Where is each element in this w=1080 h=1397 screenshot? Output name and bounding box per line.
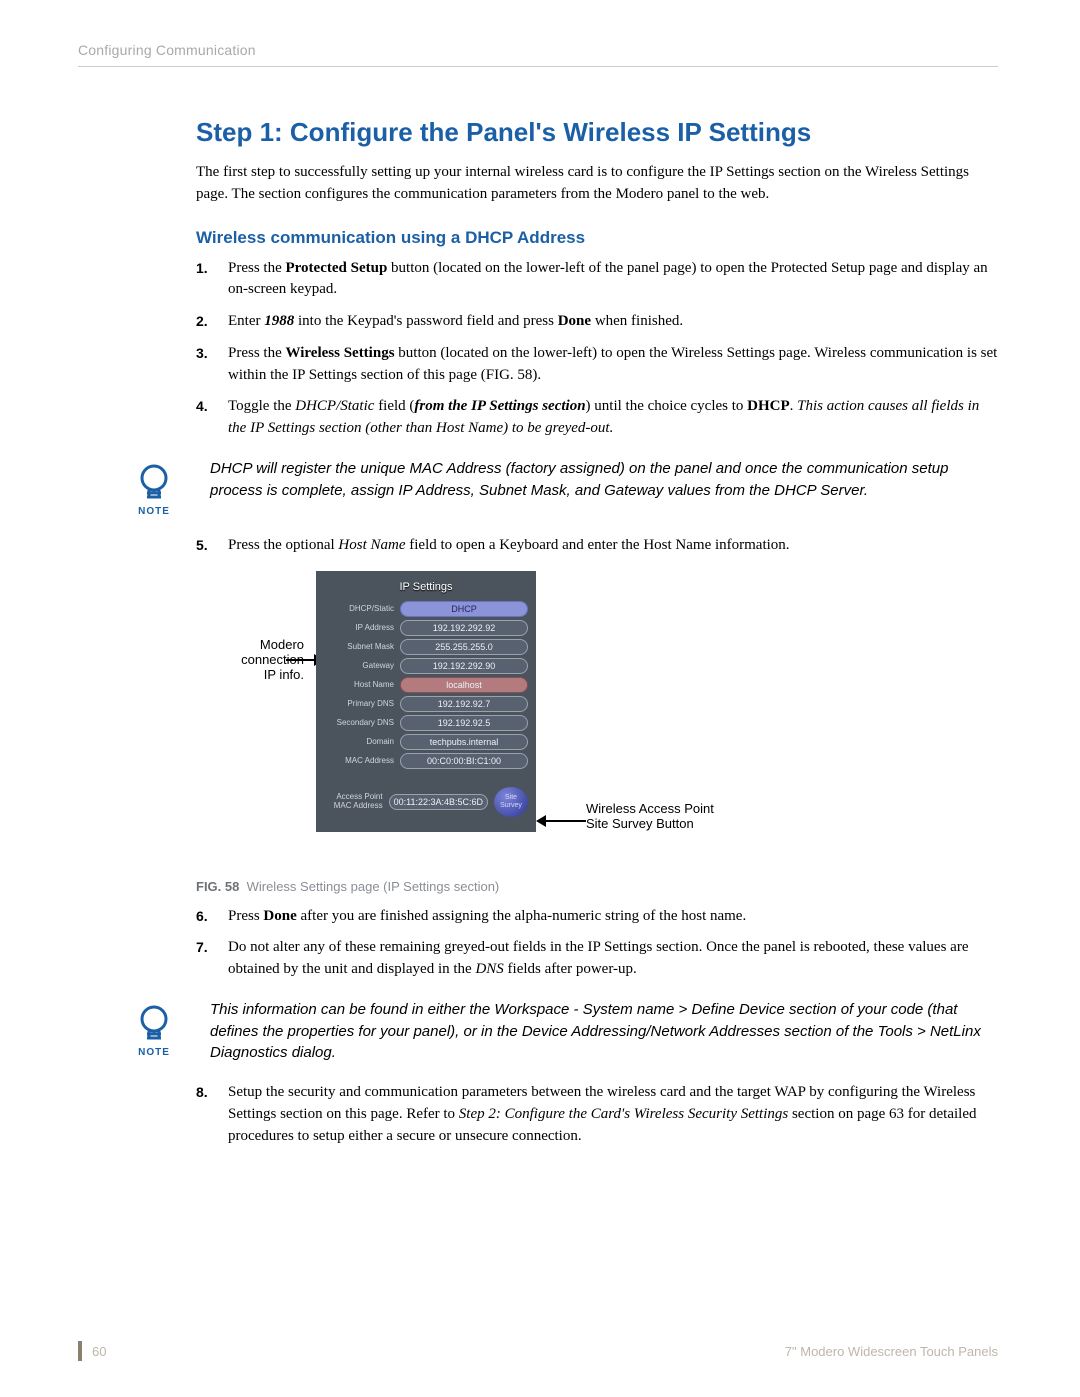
step-number: 6. xyxy=(196,906,218,928)
step-number: 2. xyxy=(196,311,218,333)
intro-paragraph: The first step to successfully setting u… xyxy=(196,162,998,206)
note-icon: NOTE xyxy=(124,1001,184,1058)
lightbulb-icon xyxy=(132,1001,176,1045)
subheading-dhcp: Wireless communication using a DHCP Addr… xyxy=(196,228,998,248)
domain-field[interactable]: techpubs.internal xyxy=(400,734,528,750)
ip-settings-panel: IP Settings DHCP/Static DHCP IP Address … xyxy=(316,571,536,832)
step-number: 1. xyxy=(196,258,218,302)
step-7: 7. Do not alter any of these remaining g… xyxy=(196,937,998,981)
secondary-dns-field[interactable]: 192.192.92.5 xyxy=(400,715,528,731)
step-text: Setup the security and communication par… xyxy=(228,1082,998,1147)
note-text: This information can be found in either … xyxy=(210,999,998,1064)
row-ip-address: IP Address 192.192.292.92 xyxy=(324,620,528,636)
step-number: 5. xyxy=(196,535,218,557)
note-dhcp-register: NOTE DHCP will register the unique MAC A… xyxy=(196,458,998,517)
step-text: Press the Protected Setup button (locate… xyxy=(228,258,998,302)
step-text: Press Done after you are finished assign… xyxy=(228,906,998,928)
callout-site-survey: Wireless Access Point Site Survey Button xyxy=(586,801,786,831)
dhcp-toggle[interactable]: DHCP xyxy=(400,601,528,617)
step-3: 3. Press the Wireless Settings button (l… xyxy=(196,343,998,387)
step-8: 8. Setup the security and communication … xyxy=(196,1082,998,1147)
step-2: 2. Enter 1988 into the Keypad's password… xyxy=(196,311,998,333)
footer-bar-icon xyxy=(78,1341,82,1361)
step-number: 3. xyxy=(196,343,218,387)
step-text: Do not alter any of these remaining grey… xyxy=(228,937,998,981)
step-text: Press the Wireless Settings button (loca… xyxy=(228,343,998,387)
figure-58: Modero connection IP info. IP Settings D… xyxy=(196,571,998,871)
lightbulb-icon xyxy=(132,460,176,504)
note-icon: NOTE xyxy=(124,460,184,517)
row-gateway: Gateway 192.192.292.90 xyxy=(324,658,528,674)
primary-dns-field[interactable]: 192.192.92.7 xyxy=(400,696,528,712)
row-primary-dns: Primary DNS 192.192.92.7 xyxy=(324,696,528,712)
note-workspace-info: NOTE This information can be found in ei… xyxy=(196,999,998,1064)
page-number: 60 xyxy=(92,1344,106,1359)
step-number: 8. xyxy=(196,1082,218,1147)
running-header: Configuring Communication xyxy=(78,42,998,67)
page-title: Step 1: Configure the Panel's Wireless I… xyxy=(196,117,998,148)
row-access-point-mac: Access Point MAC Address 00:11:22:3A:4B:… xyxy=(324,787,528,817)
gateway-field[interactable]: 192.192.292.90 xyxy=(400,658,528,674)
ap-mac-field: 00:11:22:3A:4B:5C:6D xyxy=(389,794,488,810)
step-text: Press the optional Host Name field to op… xyxy=(228,535,998,557)
site-survey-button[interactable]: Site Survey xyxy=(494,787,528,817)
mac-address-field: 00:C0:00:BI:C1:00 xyxy=(400,753,528,769)
step-number: 4. xyxy=(196,396,218,440)
row-host-name: Host Name localhost xyxy=(324,677,528,693)
host-name-field[interactable]: localhost xyxy=(400,677,528,693)
figure-caption: FIG. 58 Wireless Settings page (IP Setti… xyxy=(196,879,998,894)
row-mac-address: MAC Address 00:C0:00:BI:C1:00 xyxy=(324,753,528,769)
note-label: NOTE xyxy=(138,1047,170,1058)
step-number: 7. xyxy=(196,937,218,981)
panel-title: IP Settings xyxy=(324,581,528,593)
row-domain: Domain techpubs.internal xyxy=(324,734,528,750)
step-text: Toggle the DHCP/Static field (from the I… xyxy=(228,396,998,440)
step-5: 5. Press the optional Host Name field to… xyxy=(196,535,998,557)
product-name: 7" Modero Widescreen Touch Panels xyxy=(785,1344,998,1359)
step-6: 6. Press Done after you are finished ass… xyxy=(196,906,998,928)
ip-address-field[interactable]: 192.192.292.92 xyxy=(400,620,528,636)
row-dhcp-static: DHCP/Static DHCP xyxy=(324,601,528,617)
callout-modero-ip-info: Modero connection IP info. xyxy=(144,637,304,682)
step-4: 4. Toggle the DHCP/Static field (from th… xyxy=(196,396,998,440)
row-secondary-dns: Secondary DNS 192.192.92.5 xyxy=(324,715,528,731)
subnet-mask-field[interactable]: 255.255.255.0 xyxy=(400,639,528,655)
arrow-icon xyxy=(536,815,584,827)
page-footer: 60 7" Modero Widescreen Touch Panels xyxy=(78,1341,998,1361)
row-subnet-mask: Subnet Mask 255.255.255.0 xyxy=(324,639,528,655)
step-text: Enter 1988 into the Keypad's password fi… xyxy=(228,311,998,333)
step-1: 1. Press the Protected Setup button (loc… xyxy=(196,258,998,302)
note-text: DHCP will register the unique MAC Addres… xyxy=(210,458,998,502)
note-label: NOTE xyxy=(138,506,170,517)
